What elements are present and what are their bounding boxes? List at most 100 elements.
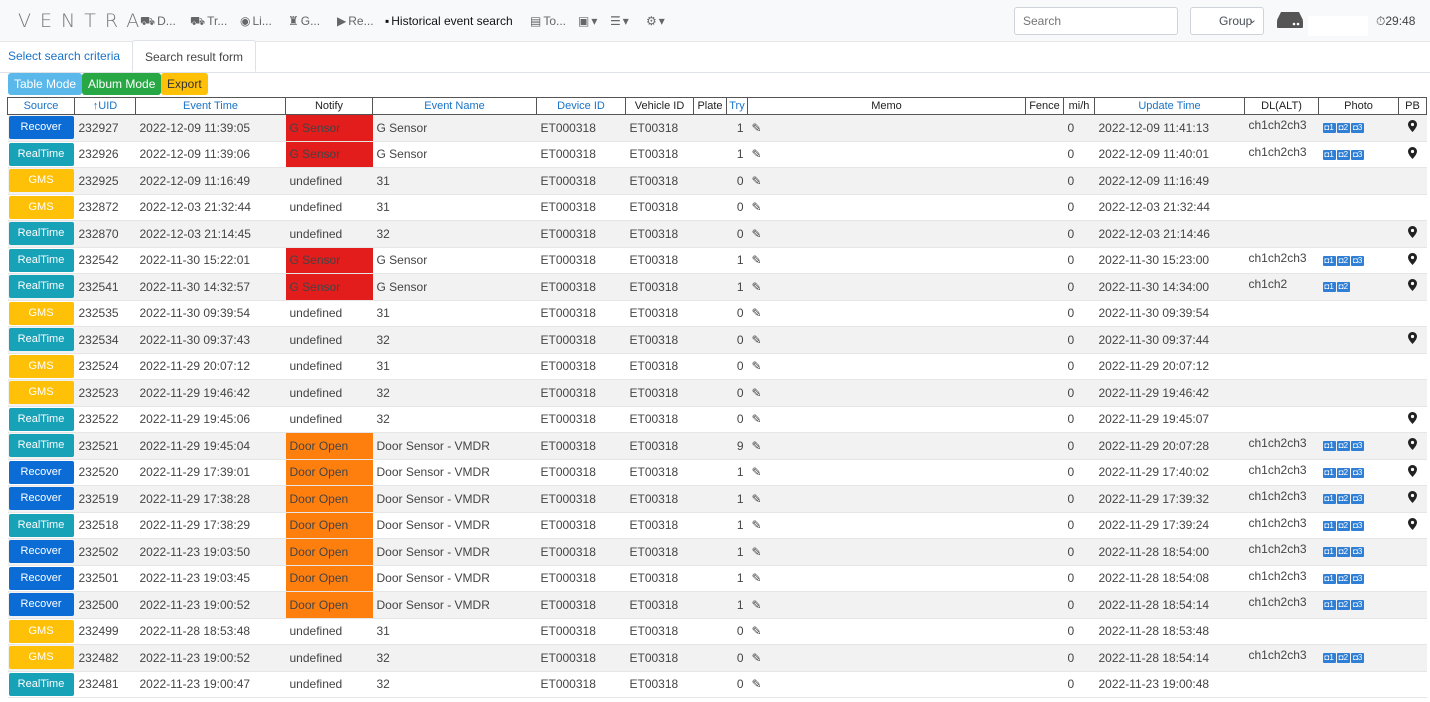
camera-icon[interactable]: ◘1 bbox=[1322, 573, 1336, 584]
camera-icon[interactable]: ◘1 bbox=[1322, 282, 1336, 292]
table-row[interactable]: GMS 232535 2022-11-30 09:39:54 undefined 31 E… bbox=[7, 300, 1427, 327]
download-link[interactable]: ch1ch2ch3 bbox=[1244, 591, 1319, 619]
nav-item-eye[interactable]: ◉ Li... bbox=[240, 14, 272, 28]
table-row[interactable]: RealTime 232522 2022-11-29 19:45:06 undefin… bbox=[7, 406, 1427, 433]
camera-icon[interactable]: ◘2 bbox=[1336, 467, 1351, 478]
pencil-icon[interactable]: ✎ bbox=[752, 465, 762, 479]
source-badge[interactable]: Recover bbox=[8, 460, 74, 484]
source-badge[interactable]: GMS bbox=[8, 646, 74, 670]
pencil-icon[interactable]: ✎ bbox=[752, 677, 762, 691]
column-header-source[interactable]: Source bbox=[7, 97, 75, 115]
map-pin-icon[interactable] bbox=[1408, 332, 1417, 345]
table-row[interactable]: GMS 232482 2022-11-23 19:00:52 undefined 32 E… bbox=[7, 644, 1427, 672]
pencil-icon[interactable]: ✎ bbox=[752, 200, 762, 214]
camera-icon[interactable]: ◘3 bbox=[1351, 547, 1365, 557]
camera-icon[interactable]: ◘1 bbox=[1322, 494, 1336, 504]
map-pin-icon[interactable] bbox=[1408, 120, 1417, 133]
map-pin-icon[interactable] bbox=[1408, 146, 1417, 159]
download-link[interactable] bbox=[1244, 353, 1319, 380]
table-row[interactable]: Recover 232502 2022-11-23 19:03:50 Door Ope… bbox=[7, 538, 1427, 566]
source-badge[interactable]: Recover bbox=[8, 487, 74, 511]
pencil-icon[interactable]: ✎ bbox=[752, 624, 762, 638]
table-row[interactable]: GMS 232523 2022-11-29 19:46:42 undefined 32 E… bbox=[7, 379, 1427, 407]
camera-icon[interactable]: ◘1 bbox=[1322, 653, 1336, 663]
camera-icon[interactable]: ◘3 bbox=[1351, 255, 1365, 266]
camera-icon[interactable]: ◘3 bbox=[1351, 494, 1365, 504]
pencil-icon[interactable]: ✎ bbox=[752, 518, 762, 532]
column-header-uid[interactable]: ↑UID bbox=[74, 97, 136, 115]
source-badge[interactable]: GMS bbox=[8, 381, 74, 405]
search-input[interactable] bbox=[1014, 7, 1178, 35]
export-button[interactable]: Export bbox=[161, 73, 208, 95]
download-link[interactable] bbox=[1244, 326, 1319, 354]
table-row[interactable]: Recover 232500 2022-11-23 19:00:52 Door Ope… bbox=[7, 591, 1427, 619]
column-header-updatetime[interactable]: Update Time bbox=[1094, 97, 1245, 115]
column-header-eventname[interactable]: Event Name bbox=[372, 97, 537, 115]
camera-icon[interactable]: ◘1 bbox=[1322, 149, 1336, 160]
source-badge[interactable]: RealTime bbox=[8, 513, 74, 537]
table-row[interactable]: GMS 232872 2022-12-03 21:32:44 undefined 31 E… bbox=[7, 194, 1427, 221]
pencil-icon[interactable]: ✎ bbox=[752, 147, 762, 161]
column-header-try[interactable]: Try bbox=[726, 97, 748, 115]
table-row[interactable]: GMS 232499 2022-11-28 18:53:48 undefined 31 E… bbox=[7, 618, 1427, 645]
download-link[interactable]: ch1ch2ch3 bbox=[1244, 141, 1319, 168]
table-row[interactable]: Recover 232519 2022-11-29 17:38:28 Door Ope… bbox=[7, 485, 1427, 513]
download-link[interactable]: ch1ch2ch3 bbox=[1244, 459, 1319, 486]
camera-icon[interactable]: ◘2 bbox=[1336, 255, 1351, 266]
download-link[interactable]: ch1ch2ch3 bbox=[1244, 565, 1319, 592]
camera-icon[interactable]: ◘2 bbox=[1336, 573, 1351, 584]
camera-icon[interactable]: ◘2 bbox=[1336, 547, 1351, 557]
source-badge[interactable]: RealTime bbox=[8, 434, 74, 458]
user-menu[interactable] bbox=[1308, 16, 1368, 36]
album-mode-button[interactable]: Album Mode bbox=[82, 73, 162, 95]
download-link[interactable] bbox=[1244, 167, 1319, 195]
source-badge[interactable]: GMS bbox=[8, 195, 74, 219]
pencil-icon[interactable]: ✎ bbox=[752, 545, 762, 559]
camera-icon[interactable]: ◘3 bbox=[1351, 520, 1365, 531]
source-badge[interactable]: RealTime bbox=[8, 222, 74, 246]
pencil-icon[interactable]: ✎ bbox=[752, 651, 762, 665]
table-row[interactable]: RealTime 232870 2022-12-03 21:14:45 undefin… bbox=[7, 220, 1427, 248]
camera-icon[interactable]: ◘1 bbox=[1322, 520, 1336, 531]
download-link[interactable]: ch1ch2 bbox=[1244, 273, 1319, 301]
source-badge[interactable]: GMS bbox=[8, 619, 74, 643]
camera-icon[interactable]: ◘2 bbox=[1336, 520, 1351, 531]
pencil-icon[interactable]: ✎ bbox=[752, 253, 762, 267]
nav-item-dashboard[interactable]: ⛟ D... bbox=[140, 14, 176, 30]
nav-item-storage[interactable]: ▣ ▾ bbox=[578, 14, 597, 28]
download-link[interactable] bbox=[1244, 379, 1319, 407]
pencil-icon[interactable]: ✎ bbox=[752, 306, 762, 320]
camera-icon[interactable]: ◘3 bbox=[1351, 573, 1365, 584]
tab-search-result-form[interactable]: Search result form bbox=[132, 40, 256, 72]
pencil-icon[interactable]: ✎ bbox=[752, 227, 762, 241]
pencil-icon[interactable]: ✎ bbox=[752, 571, 762, 585]
nav-item-tracking[interactable]: ⛟ Tr... bbox=[190, 14, 227, 30]
download-link[interactable] bbox=[1244, 300, 1319, 327]
table-row[interactable]: Recover 232501 2022-11-23 19:03:45 Door Ope… bbox=[7, 565, 1427, 592]
brand-logo[interactable]: VENTRA bbox=[18, 10, 148, 32]
pencil-icon[interactable]: ✎ bbox=[752, 333, 762, 347]
source-badge[interactable]: GMS bbox=[8, 354, 74, 378]
camera-icon[interactable]: ◘3 bbox=[1351, 653, 1365, 663]
map-pin-icon[interactable] bbox=[1408, 438, 1417, 451]
camera-icon[interactable]: ◘2 bbox=[1336, 653, 1351, 663]
camera-icon[interactable]: ◘1 bbox=[1322, 255, 1336, 266]
column-header-eventtime[interactable]: Event Time bbox=[135, 97, 286, 115]
source-badge[interactable]: Recover bbox=[8, 566, 74, 590]
camera-icon[interactable]: ◘1 bbox=[1322, 600, 1336, 610]
source-badge[interactable]: Recover bbox=[8, 540, 74, 564]
nav-item-tools[interactable]: ▤ To... bbox=[530, 14, 566, 28]
table-row[interactable]: RealTime 232534 2022-11-30 09:37:43 undefin… bbox=[7, 326, 1427, 354]
nav-item-settings[interactable]: ⚙ ▾ bbox=[646, 14, 665, 28]
pencil-icon[interactable]: ✎ bbox=[752, 121, 762, 135]
camera-icon[interactable]: ◘2 bbox=[1336, 149, 1351, 160]
source-badge[interactable]: GMS bbox=[8, 169, 74, 193]
download-link[interactable]: ch1ch2ch3 bbox=[1244, 644, 1319, 672]
download-link[interactable]: ch1ch2ch3 bbox=[1244, 114, 1319, 142]
nav-item-map[interactable]: ♜ G... bbox=[288, 14, 320, 28]
source-badge[interactable]: RealTime bbox=[8, 672, 74, 696]
nav-item-play[interactable]: ▶ Re... bbox=[337, 14, 374, 28]
nav-item-save[interactable]: ▪ Historical event search bbox=[385, 14, 513, 28]
download-link[interactable] bbox=[1244, 671, 1319, 698]
camera-icon[interactable]: ◘2 bbox=[1336, 494, 1351, 504]
